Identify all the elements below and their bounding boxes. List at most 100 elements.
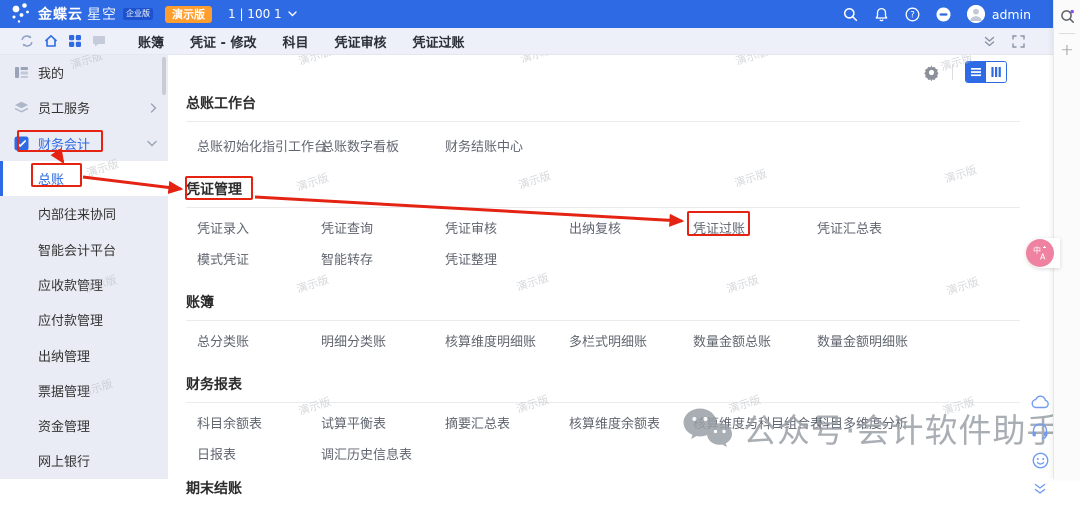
menu-item[interactable]: 凭证查询: [321, 222, 445, 237]
menu-item[interactable]: 核算维度明细账: [445, 335, 569, 350]
section-header: 账簿: [186, 295, 1020, 321]
bell-icon[interactable]: [874, 6, 890, 22]
menu-item[interactable]: 明细分类账: [321, 335, 445, 350]
tab-item[interactable]: 凭证审核: [334, 32, 386, 51]
username[interactable]: admin: [992, 7, 1031, 22]
rail-plus-icon[interactable]: +: [1060, 42, 1073, 58]
sidebar-item[interactable]: 应付款管理: [0, 302, 168, 337]
collapse-double-chevron-icon[interactable]: [983, 35, 996, 48]
menu-item-row: 模式凭证智能转存凭证整理: [197, 253, 1020, 268]
brand-name-light: 星空: [87, 4, 117, 24]
demo-version-badge: 演示版: [165, 6, 212, 23]
cloud-icon[interactable]: [1030, 392, 1050, 412]
tab-bar: 账簿 凭证 - 修改 科目 凭证审核 凭证过账: [0, 28, 1053, 55]
menu-item[interactable]: 凭证审核: [445, 222, 569, 237]
menu-item-row: 总分类账明细分类账核算维度明细账多栏式明细账数量金额总账数量金额明细账: [197, 335, 1020, 350]
menu-item[interactable]: 凭证汇总表: [817, 222, 882, 237]
brand-name: 金蝶云: [38, 4, 83, 24]
sidebar-item[interactable]: 智能会计平台: [0, 231, 168, 266]
sidebar-item-label: 票据管理: [38, 381, 90, 400]
menu-item[interactable]: 总账数字看板: [321, 140, 445, 155]
kanban-view-button[interactable]: [986, 62, 1006, 82]
tab-item[interactable]: 凭证 - 修改: [190, 32, 256, 51]
chevron-down-icon: [147, 140, 157, 147]
chat-icon[interactable]: [92, 34, 106, 48]
menu-item-row: 日报表调汇历史信息表: [197, 448, 1020, 463]
menu-item[interactable]: 模式凭证: [197, 253, 321, 268]
sidebar-item[interactable]: 资金管理: [0, 408, 168, 443]
menu-item[interactable]: 调汇历史信息表: [321, 448, 412, 463]
rail-search-icon[interactable]: [1060, 9, 1075, 24]
open-tabs: 账簿 凭证 - 修改 科目 凭证审核 凭证过账: [138, 32, 465, 51]
menu-item[interactable]: 日报表: [197, 448, 321, 463]
tab-item[interactable]: 科目: [282, 32, 308, 51]
tab-item[interactable]: 账簿: [138, 32, 164, 51]
menu-item[interactable]: 凭证过账: [693, 222, 817, 237]
chevron-down-icon: [288, 11, 297, 17]
section-title: 账簿: [186, 295, 1020, 311]
sidebar-item[interactable]: 财务会计: [0, 126, 168, 161]
section-header: 期末结账: [186, 481, 1020, 506]
menu-item[interactable]: 核算维度余额表: [569, 417, 693, 432]
more-chevron-icon[interactable]: [1030, 479, 1050, 499]
sync-icon[interactable]: [20, 34, 34, 48]
sidebar-item[interactable]: 票据管理: [0, 373, 168, 408]
layers-icon: [13, 99, 30, 116]
sidebar-item[interactable]: 内部往来协同: [0, 196, 168, 231]
menu-item[interactable]: 出纳复核: [569, 222, 693, 237]
menu-item[interactable]: 科目多维度分析: [817, 417, 908, 432]
tabbar-quick-icons: [20, 34, 106, 48]
translate-float-button[interactable]: 中A: [1024, 238, 1054, 268]
menu-item[interactable]: 摘要汇总表: [445, 417, 569, 432]
menu-item-row: 凭证录入凭证查询凭证审核出纳复核凭证过账凭证汇总表: [197, 222, 1020, 237]
tab-item[interactable]: 凭证过账: [413, 32, 465, 51]
menu-item[interactable]: 财务结账中心: [445, 140, 523, 155]
menu-item[interactable]: 科目余额表: [197, 417, 321, 432]
sidebar-item[interactable]: 总账: [0, 161, 168, 196]
menu-item[interactable]: 数量金额总账: [693, 335, 817, 350]
main-content: 总账工作台总账初始化指引工作台总账数字看板财务结账中心凭证管理凭证录入凭证查询凭…: [168, 55, 1053, 479]
view-toggle: [965, 61, 1007, 83]
menu-section: 账簿总分类账明细分类账核算维度明细账多栏式明细账数量金额总账数量金额明细账: [186, 295, 1020, 350]
home-icon[interactable]: [44, 34, 58, 48]
dnd-icon[interactable]: [936, 6, 952, 22]
list-view-button[interactable]: [966, 62, 986, 82]
sidebar-item-label: 内部往来协同: [38, 204, 116, 223]
top-bar: 金蝶云 星空 企业版 演示版 1 | 100 1 ? admin: [0, 0, 1053, 28]
content-tools: [923, 61, 1007, 83]
sidebar-item[interactable]: 员工服务: [0, 90, 168, 125]
headset-icon[interactable]: [1030, 421, 1050, 441]
menu-item[interactable]: 数量金额明细账: [817, 335, 908, 350]
avatar[interactable]: [967, 5, 985, 23]
menu-item[interactable]: 总分类账: [197, 335, 321, 350]
finance-check-icon: [13, 135, 30, 152]
org-selector-label: 1 | 100 1: [228, 7, 282, 21]
help-icon[interactable]: ?: [905, 6, 921, 22]
edition-badge: 企业版: [123, 8, 153, 20]
sidebar-scrollbar[interactable]: [162, 57, 166, 95]
menu-section: 总账工作台总账初始化指引工作台总账数字看板财务结账中心: [186, 96, 1020, 155]
apps-grid-icon[interactable]: [68, 34, 82, 48]
sidebar-item[interactable]: 网上银行: [0, 443, 168, 478]
menu-item[interactable]: 总账初始化指引工作台: [197, 140, 321, 155]
svg-text:A: A: [1040, 253, 1046, 262]
menu-item[interactable]: 试算平衡表: [321, 417, 445, 432]
sidebar-item[interactable]: 出纳管理: [0, 337, 168, 372]
fullscreen-icon[interactable]: [1012, 35, 1025, 48]
menu-item[interactable]: 多栏式明细账: [569, 335, 693, 350]
sidebar-item-label: 总账: [38, 169, 64, 188]
sidebar-item[interactable]: 我的: [0, 55, 168, 90]
menu-item[interactable]: 凭证录入: [197, 222, 321, 237]
menu-section: 财务报表科目余额表试算平衡表摘要汇总表核算维度余额表核算维度与科目组合表科目多维…: [186, 377, 1020, 463]
search-icon[interactable]: [843, 6, 859, 22]
smiley-icon[interactable]: [1030, 450, 1050, 470]
sidebar-item-label: 出纳管理: [38, 346, 90, 365]
section-items: 总账初始化指引工作台总账数字看板财务结账中心: [186, 140, 1020, 155]
menu-item[interactable]: 凭证整理: [445, 253, 497, 268]
settings-gear-icon[interactable]: [923, 64, 940, 81]
sidebar-item[interactable]: 应收款管理: [0, 267, 168, 302]
menu-item[interactable]: 核算维度与科目组合表: [693, 417, 817, 432]
menu-item[interactable]: 智能转存: [321, 253, 445, 268]
translate-icon: 中A: [1026, 239, 1054, 267]
org-selector[interactable]: 1 | 100 1: [228, 7, 297, 21]
